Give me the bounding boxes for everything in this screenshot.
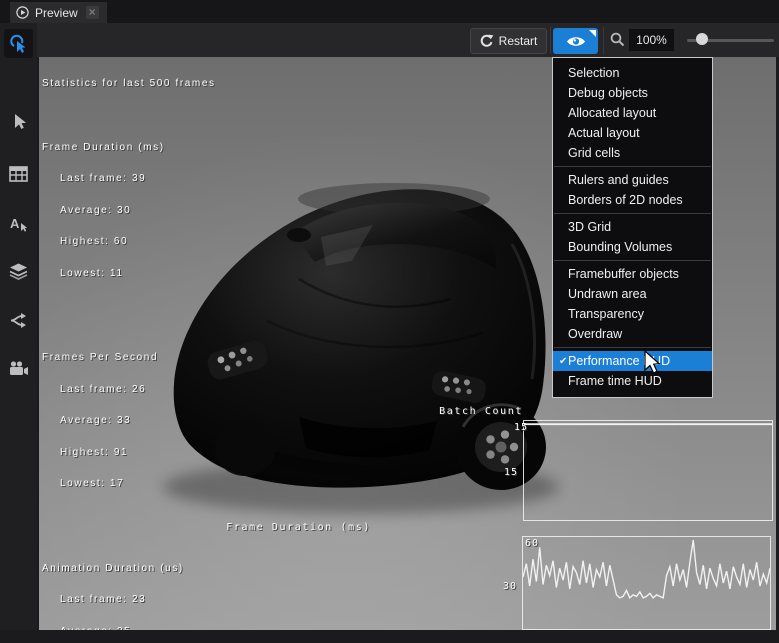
connections-tool-button[interactable] <box>4 306 33 335</box>
frame-chart-mid-label: 30 <box>503 581 517 592</box>
frame-duration-chart-title: Frame Duration (ms) <box>226 522 371 533</box>
frame-duration-plot <box>523 537 770 629</box>
performance-hud: Statistics for last 500 frames Frame Dur… <box>42 58 237 630</box>
menu-item-selection[interactable]: Selection <box>553 63 712 83</box>
hud-group-frame-duration: Frame Duration (ms) Last frame: 39 Avera… <box>42 122 237 301</box>
menu-item-grid-cells[interactable]: Grid cells <box>553 143 712 163</box>
eye-icon <box>566 35 586 48</box>
menu-item-framebuffer-objects[interactable]: Framebuffer objects <box>553 264 712 284</box>
menu-item-allocated-layout[interactable]: Allocated layout <box>553 103 712 123</box>
play-icon <box>16 6 29 19</box>
menu-separator <box>554 166 711 167</box>
window-bottom-edge <box>0 630 779 643</box>
layers-icon <box>9 263 28 280</box>
restart-label: Restart <box>499 34 538 48</box>
preview-toolbar: Restart 100% <box>37 23 779 57</box>
tab-preview[interactable]: Preview × <box>10 2 107 23</box>
zoom-value-field[interactable]: 100% <box>629 29 674 51</box>
camera-tool-button[interactable] <box>4 354 33 383</box>
zoom-magnifier-icon <box>610 32 625 47</box>
menu-separator <box>554 260 711 261</box>
menu-item-performance-hud[interactable]: ✔ Performance HUD <box>553 351 712 371</box>
toolbar-divider <box>550 27 551 54</box>
select-arrow-icon <box>10 113 28 131</box>
batch-chart-mid-label: 15 <box>504 467 518 478</box>
text-tool-icon: A <box>9 215 28 233</box>
check-icon: ✔ <box>553 356 568 367</box>
menu-item-bounding-volumes[interactable]: Bounding Volumes <box>553 237 712 257</box>
mouse-cursor <box>644 350 662 376</box>
menu-item-debug-objects[interactable]: Debug objects <box>553 83 712 103</box>
grid-tool-button[interactable] <box>4 159 33 188</box>
hud-group-animation-duration: Animation Duration (us) Last frame: 23 A… <box>42 543 237 631</box>
connections-icon <box>9 312 28 329</box>
batch-count-chart: 15 15 <box>523 420 773 521</box>
layers-tool-button[interactable] <box>4 257 33 286</box>
zoom-slider-thumb[interactable] <box>696 33 708 45</box>
batch-count-chart-title: Batch Count <box>439 406 523 417</box>
visibility-dropdown-menu: Selection Debug objects Allocated layout… <box>552 57 713 398</box>
visibility-toggle-button[interactable] <box>553 28 598 54</box>
restart-button[interactable]: Restart <box>470 28 547 54</box>
menu-separator <box>554 347 711 348</box>
restart-icon <box>480 34 494 48</box>
hud-title: Statistics for last 500 frames <box>42 79 237 90</box>
menu-item-overdraw[interactable]: Overdraw <box>553 324 712 344</box>
tab-title: Preview <box>35 6 78 20</box>
interact-tool-button[interactable] <box>4 29 33 58</box>
select-tool-button[interactable] <box>4 107 33 136</box>
hud-group-fps: Frames Per Second Last frame: 26 Average… <box>42 332 237 511</box>
menu-item-3d-grid[interactable]: 3D Grid <box>553 217 712 237</box>
interact-cursor-icon <box>9 34 29 54</box>
frame-duration-chart: 60 30 <box>522 536 771 630</box>
menu-item-borders-of-2d-nodes[interactable]: Borders of 2D nodes <box>553 190 712 210</box>
menu-item-frame-time-hud[interactable]: Frame time HUD <box>553 371 712 391</box>
svg-text:A: A <box>10 216 20 231</box>
tab-bar: Preview × <box>0 0 779 23</box>
tool-sidebar: A <box>0 23 37 643</box>
toolbar-divider <box>603 27 604 54</box>
menu-item-actual-layout[interactable]: Actual layout <box>553 123 712 143</box>
text-tool-button[interactable]: A <box>4 209 33 238</box>
grid-icon <box>9 166 28 182</box>
menu-separator <box>554 213 711 214</box>
batch-count-plot <box>524 421 772 520</box>
menu-item-transparency[interactable]: Transparency <box>553 304 712 324</box>
menu-item-undrawn-area[interactable]: Undrawn area <box>553 284 712 304</box>
preview-window: Preview × A <box>0 0 779 643</box>
menu-item-rulers-and-guides[interactable]: Rulers and guides <box>553 170 712 190</box>
tab-close-icon[interactable]: × <box>86 6 99 19</box>
video-camera-icon <box>9 361 29 376</box>
